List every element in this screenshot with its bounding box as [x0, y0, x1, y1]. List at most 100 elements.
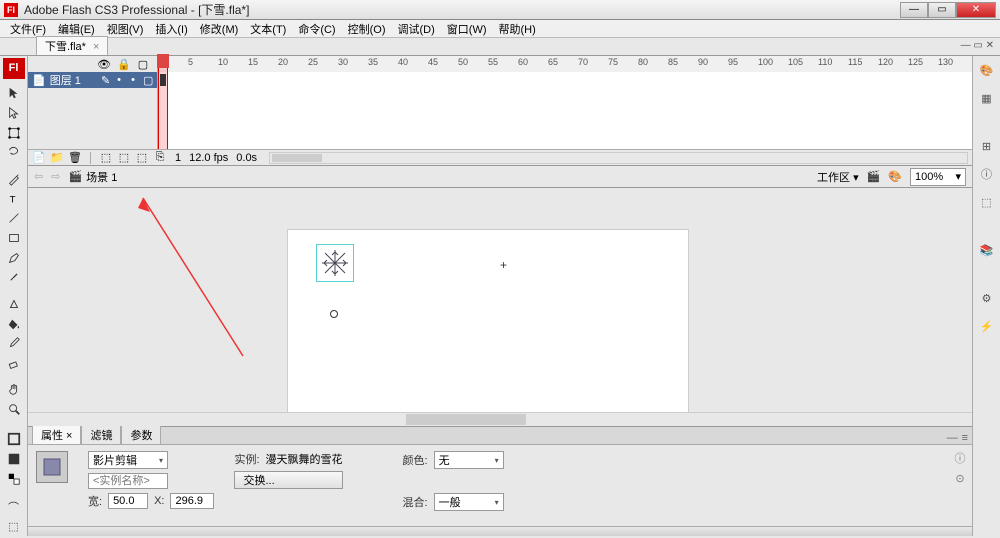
menu-help[interactable]: 帮助(H) — [493, 21, 542, 37]
behaviors-panel-icon[interactable]: ⚡ — [977, 316, 997, 336]
text-tool[interactable]: T — [3, 189, 25, 208]
blend-dropdown[interactable]: 一般 ▾ — [434, 493, 504, 511]
panel-menu-icon[interactable]: ≡ — [962, 432, 968, 444]
chevron-down-icon: ▾ — [159, 456, 163, 465]
color-panel-icon[interactable]: 🎨 — [977, 60, 997, 80]
eye-icon[interactable]: 👁 — [97, 58, 109, 71]
stage-scrollbar-h[interactable] — [28, 412, 972, 426]
menu-commands[interactable]: 命令(C) — [292, 21, 341, 37]
info-panel-icon[interactable]: ⓘ — [977, 164, 997, 184]
pencil-tool[interactable] — [3, 248, 25, 267]
timeline-footer: 📄 📁 🗑 ⬚ ⬚ ⬚ ⎘ 1 12.0 fps 0.0s — [28, 149, 972, 165]
forward-icon[interactable]: ⇨ — [51, 170, 60, 183]
new-folder-icon[interactable]: 📁 — [50, 151, 64, 165]
pen-tool[interactable] — [3, 169, 25, 188]
transform-point[interactable] — [330, 310, 338, 318]
properties-panel: 属性 × 滤镜 参数 — ≡ 影片剪辑 ▾ — [28, 426, 972, 526]
maximize-button[interactable]: ▭ — [928, 2, 956, 18]
free-transform-tool[interactable] — [3, 123, 25, 142]
instance-type-dropdown[interactable]: 影片剪辑 ▾ — [88, 451, 168, 469]
menu-file[interactable]: 文件(F) — [4, 21, 52, 37]
app-icon: Fl — [4, 3, 18, 17]
actions-panel-icon[interactable]: ⚙ — [977, 288, 997, 308]
menu-text[interactable]: 文本(T) — [244, 21, 292, 37]
minimize-button[interactable]: — — [900, 2, 928, 18]
flash-logo-icon: Fl — [3, 58, 25, 79]
x-input[interactable] — [170, 493, 214, 509]
scene-breadcrumb[interactable]: 🎬 场景 1 — [68, 169, 117, 185]
rectangle-tool[interactable] — [3, 229, 25, 248]
swap-button[interactable]: 交换... — [234, 471, 342, 489]
stage-area[interactable]: + — [28, 188, 972, 426]
svg-text:T: T — [9, 195, 15, 206]
pencil-icon: ✎ — [101, 74, 109, 87]
new-layer-icon[interactable]: 📄 — [32, 151, 46, 165]
width-input[interactable] — [108, 493, 148, 509]
menu-view[interactable]: 视图(V) — [101, 21, 150, 37]
transform-panel-icon[interactable]: ⬚ — [977, 192, 997, 212]
tab-properties[interactable]: 属性 × — [32, 425, 81, 444]
workspace-dropdown[interactable]: 工作区 ▾ — [817, 169, 859, 185]
delete-layer-icon[interactable]: 🗑 — [68, 151, 82, 165]
document-tab[interactable]: 下雪.fla* × — [36, 36, 108, 55]
onion-outline-icon[interactable]: ⬚ — [117, 151, 131, 165]
zoom-tool[interactable] — [3, 400, 25, 419]
tab-parameters[interactable]: 参数 — [121, 425, 161, 444]
zoom-dropdown[interactable]: 100% ▾ — [910, 168, 966, 186]
tools-panel: Fl T ⌒ ⬚ — [0, 56, 28, 536]
color-dropdown[interactable]: 无 ▾ — [434, 451, 504, 469]
keyframe[interactable] — [160, 74, 166, 86]
menu-modify[interactable]: 修改(M) — [194, 21, 245, 37]
layer-row[interactable]: 📄 图层 1 ✎••▢ — [28, 72, 157, 88]
subselection-tool[interactable] — [3, 103, 25, 122]
swap-colors-icon[interactable] — [3, 469, 25, 488]
edit-scene-icon[interactable]: 🎬 — [867, 170, 881, 183]
playhead[interactable] — [158, 56, 168, 149]
info-icon[interactable]: ⓘ — [952, 450, 968, 466]
menu-edit[interactable]: 编辑(E) — [52, 21, 101, 37]
frame-ruler[interactable]: 1510152025303540455055606570758085909510… — [158, 56, 972, 72]
help-icon[interactable]: ⊙ — [952, 470, 968, 486]
snap-option-icon[interactable]: ⌒ — [3, 498, 25, 517]
edit-symbol-icon[interactable]: 🎨 — [888, 170, 902, 183]
menu-debug[interactable]: 调试(D) — [392, 21, 441, 37]
window-titlebar: Fl Adobe Flash CS3 Professional - [下雪.fl… — [0, 0, 1000, 20]
ink-bottle-tool[interactable] — [3, 294, 25, 313]
fill-color-swatch[interactable] — [3, 450, 25, 469]
stroke-color-swatch[interactable] — [3, 430, 25, 449]
hand-tool[interactable] — [3, 380, 25, 399]
eraser-tool[interactable] — [3, 354, 25, 373]
blend-label: 混合: — [403, 494, 428, 510]
eyedropper-tool[interactable] — [3, 334, 25, 353]
timeline-scrollbar[interactable] — [269, 152, 968, 164]
center-frame-icon[interactable]: ⎘ — [153, 151, 167, 165]
close-button[interactable]: ✕ — [956, 2, 996, 18]
outline-box-icon[interactable]: ▢ — [143, 74, 151, 87]
close-tab-icon[interactable]: × — [93, 41, 99, 53]
swatches-panel-icon[interactable]: ▦ — [977, 88, 997, 108]
edit-multi-icon[interactable]: ⬚ — [135, 151, 149, 165]
paint-bucket-tool[interactable] — [3, 314, 25, 333]
lock-icon[interactable]: 🔒 — [117, 58, 129, 71]
library-panel-icon[interactable]: 📚 — [977, 240, 997, 260]
onion-skin-icon[interactable]: ⬚ — [99, 151, 113, 165]
panel-collapse-icon[interactable]: — — [947, 432, 958, 444]
brush-tool[interactable] — [3, 268, 25, 287]
stage-canvas[interactable]: + — [288, 230, 688, 426]
menu-control[interactable]: 控制(O) — [342, 21, 392, 37]
back-icon[interactable]: ⇦ — [34, 170, 43, 183]
document-window-controls[interactable]: — ▭ ✕ — [961, 40, 994, 51]
menu-window[interactable]: 窗口(W) — [441, 21, 493, 37]
selection-tool[interactable] — [3, 84, 25, 103]
line-tool[interactable] — [3, 209, 25, 228]
selected-symbol[interactable] — [316, 244, 354, 282]
lasso-tool[interactable] — [3, 143, 25, 162]
option-icon[interactable]: ⬚ — [3, 517, 25, 536]
menu-insert[interactable]: 插入(I) — [149, 21, 193, 37]
tab-filters[interactable]: 滤镜 — [81, 425, 121, 444]
chevron-down-icon: ▾ — [495, 498, 499, 507]
instance-name-input[interactable] — [88, 473, 168, 489]
frames-area[interactable] — [158, 72, 972, 149]
outline-icon[interactable]: ▢ — [137, 58, 149, 71]
align-panel-icon[interactable]: ⊞ — [977, 136, 997, 156]
